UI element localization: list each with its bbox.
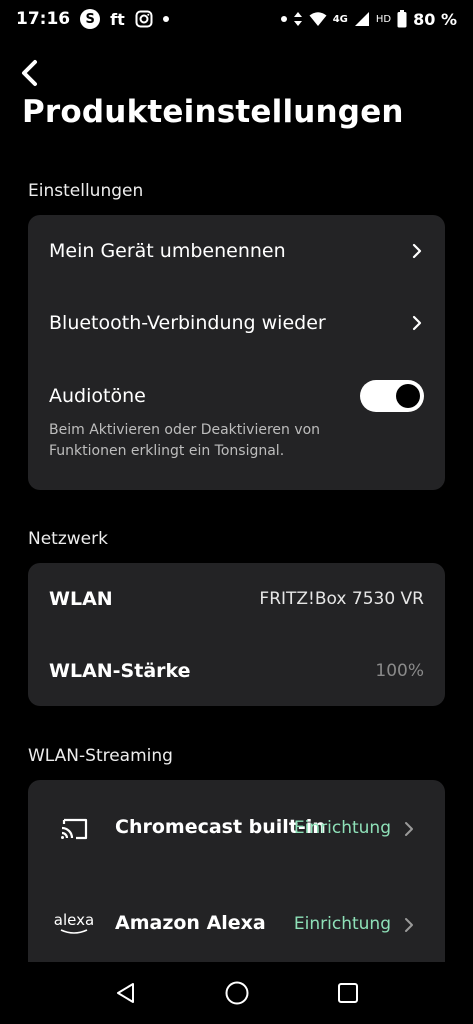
system-nav-bar	[0, 962, 473, 1024]
streaming-card: Chromecast built-in Einrichtung alexa Am…	[28, 780, 445, 980]
nav-back-button[interactable]	[106, 973, 146, 1013]
wlan-label: WLAN	[49, 588, 113, 610]
settings-card: Mein Gerät umbenennen Bluetooth-Verbindu…	[28, 215, 445, 490]
battery-percent: 80 %	[413, 9, 457, 29]
alexa-item[interactable]: alexa Amazon Alexa Einrichtung	[28, 896, 445, 954]
network-card: WLAN FRITZ!Box 7530 VR WLAN-Stärke 100%	[28, 563, 445, 706]
nav-recents-button[interactable]	[328, 973, 368, 1013]
notification-dot-icon	[162, 16, 169, 22]
section-title-settings: Einstellungen	[28, 181, 144, 201]
wlan-item: WLAN FRITZ!Box 7530 VR	[28, 581, 445, 617]
instagram-icon	[135, 10, 153, 28]
chromecast-item[interactable]: Chromecast built-in Einrichtung	[28, 800, 445, 858]
triangle-back-icon	[116, 983, 134, 1003]
wifi-icon	[309, 11, 327, 27]
ft-icon: ft	[110, 9, 125, 29]
data-arrows-icon	[293, 11, 303, 27]
chromecast-setup-link[interactable]: Einrichtung	[294, 818, 391, 838]
square-recents-icon	[337, 983, 358, 1003]
battery-icon	[397, 10, 407, 28]
audio-tones-description: Beim Aktivieren oder Deaktivieren von Fu…	[49, 422, 321, 459]
network-type-label: 4G	[332, 13, 348, 25]
bluetooth-reconnect-item[interactable]: Bluetooth-Verbindung wieder	[28, 305, 445, 341]
chevron-right-icon	[405, 822, 413, 836]
audio-tones-toggle[interactable]	[360, 380, 424, 412]
chevron-right-icon	[412, 315, 422, 331]
alexa-logo-icon: alexa	[54, 910, 94, 936]
alexa-setup-link[interactable]: Einrichtung	[294, 914, 391, 934]
alexa-logo-text: alexa	[53, 911, 95, 929]
notification-dot-icon	[280, 16, 287, 22]
chevron-right-icon	[405, 918, 413, 932]
section-title-network: Netzwerk	[28, 529, 108, 549]
wlan-strength-item: WLAN-Stärke 100%	[28, 653, 445, 689]
audio-tones-label: Audiotöne	[49, 385, 146, 407]
section-title-streaming: WLAN-Streaming	[28, 746, 173, 766]
wlan-strength-label: WLAN-Stärke	[49, 660, 191, 682]
wlan-strength-value: 100%	[375, 661, 424, 681]
back-button[interactable]	[16, 58, 46, 90]
alexa-label: Amazon Alexa	[115, 912, 266, 934]
cast-icon	[58, 816, 90, 842]
toggle-knob	[396, 384, 420, 408]
nav-home-button[interactable]	[217, 973, 257, 1013]
clock: 17:16	[16, 9, 71, 29]
page-title: Produkteinstellungen	[22, 94, 404, 130]
hd-label: HD	[375, 13, 392, 25]
wlan-value: FRITZ!Box 7530 VR	[259, 589, 424, 609]
chevron-left-icon	[22, 60, 37, 86]
rename-device-label: Mein Gerät umbenennen	[49, 240, 286, 262]
status-bar: 17:16 S ft 4G HD 80 %	[0, 0, 473, 38]
signal-icon	[354, 11, 370, 27]
circle-home-icon	[225, 981, 248, 1005]
chevron-right-icon	[412, 243, 422, 259]
skype-icon: S	[80, 9, 101, 29]
bluetooth-reconnect-label: Bluetooth-Verbindung wieder	[49, 312, 326, 334]
rename-device-item[interactable]: Mein Gerät umbenennen	[28, 233, 445, 269]
